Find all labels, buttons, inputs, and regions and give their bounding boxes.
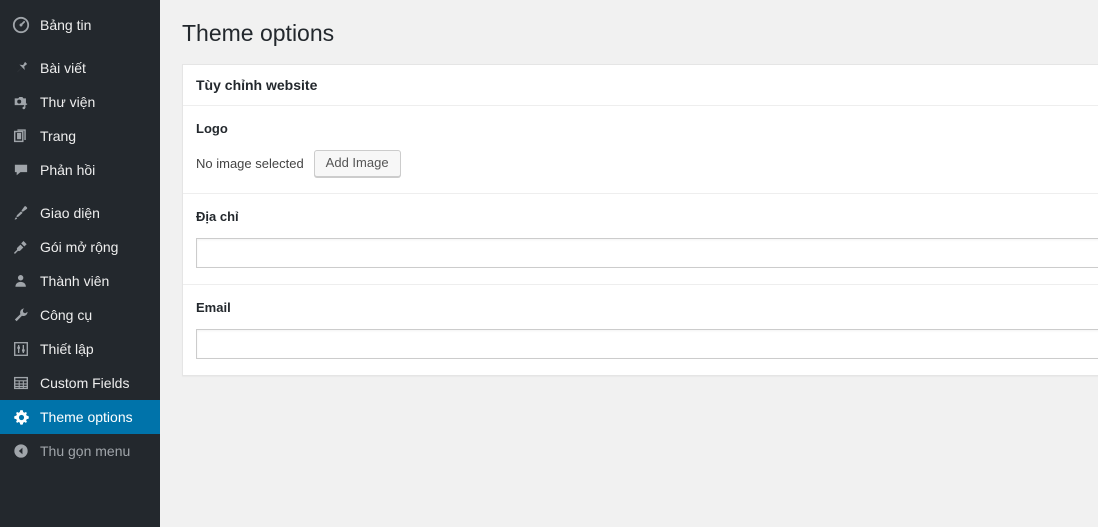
sidebar-item-pages[interactable]: Trang [0, 119, 160, 153]
sidebar-item-appearance[interactable]: Giao diện [0, 196, 160, 230]
sidebar-item-users[interactable]: Thành viên [0, 264, 160, 298]
media-icon [11, 92, 31, 112]
comment-icon [11, 160, 31, 180]
address-label: Địa chỉ [196, 209, 239, 224]
sidebar-item-label: Thư viện [40, 94, 96, 110]
sidebar-item-label: Bài viết [40, 60, 86, 76]
paintbrush-icon [11, 203, 31, 223]
sidebar-item-label: Trang [40, 128, 77, 144]
sidebar-item-posts[interactable]: Bài viết [0, 51, 160, 85]
sidebar-item-label: Custom Fields [40, 375, 130, 391]
sidebar-item-plugins[interactable]: Gói mở rộng [0, 230, 160, 264]
sidebar-item-label: Bảng tin [40, 17, 92, 33]
email-input[interactable] [196, 329, 1098, 359]
pages-icon [11, 126, 31, 146]
collapse-left-icon [11, 441, 31, 461]
sidebar-item-settings[interactable]: Thiết lập [0, 332, 160, 366]
main-content: Theme options Tùy chỉnh website Logo No … [160, 0, 1098, 527]
admin-screen: Bảng tin Bài viết Thư viện Trang Phản hồ… [0, 0, 1098, 527]
dashboard-icon [11, 15, 31, 35]
page-title: Theme options [182, 20, 335, 46]
sidebar-item-label: Thiết lập [40, 341, 94, 357]
sidebar-item-custom-fields[interactable]: Custom Fields [0, 366, 160, 400]
sidebar-item-media[interactable]: Thư viện [0, 85, 160, 119]
email-label: Email [196, 300, 231, 315]
add-image-button[interactable]: Add Image [313, 150, 401, 177]
address-input[interactable] [196, 238, 1098, 268]
sidebar-item-collapse-menu[interactable]: Thu gọn menu [0, 434, 160, 468]
sidebar-item-label: Gói mở rộng [40, 239, 119, 255]
sidebar-item-label: Giao diện [40, 205, 100, 221]
gear-icon [11, 407, 31, 427]
sidebar-item-label: Thu gọn menu [40, 443, 131, 459]
sidebar-item-comments[interactable]: Phản hồi [0, 153, 160, 187]
wrench-icon [11, 305, 31, 325]
sidebar-item-label: Theme options [40, 409, 133, 425]
pushpin-icon [11, 58, 31, 78]
sliders-icon [11, 339, 31, 359]
plugin-plug-icon [11, 237, 31, 257]
sidebar-item-tools[interactable]: Công cụ [0, 298, 160, 332]
sidebar-item-dashboard[interactable]: Bảng tin [0, 8, 160, 42]
logo-label: Logo [196, 121, 228, 136]
table-grid-icon [11, 373, 31, 393]
theme-options-panel: Tùy chỉnh website Logo No image selected… [182, 64, 1098, 376]
active-pointer-arrow [160, 409, 168, 425]
logo-control-line: No image selected Add Image [196, 150, 1098, 177]
sidebar-item-theme-options[interactable]: Theme options [0, 400, 168, 434]
sidebar-divider-2 [0, 187, 160, 196]
field-row-logo: Logo No image selected Add Image [183, 106, 1098, 194]
logo-status-text: No image selected [196, 155, 304, 171]
sidebar-item-label: Thành viên [40, 273, 110, 289]
panel-header-title: Tùy chỉnh website [183, 65, 1098, 106]
sidebar-item-label: Công cụ [40, 307, 93, 323]
sidebar-divider-1 [0, 42, 160, 51]
user-icon [11, 271, 31, 291]
admin-sidebar: Bảng tin Bài viết Thư viện Trang Phản hồ… [0, 0, 168, 527]
field-row-address: Địa chỉ [183, 194, 1098, 285]
field-row-email: Email [183, 285, 1098, 375]
sidebar-item-label: Phản hồi [40, 162, 96, 178]
